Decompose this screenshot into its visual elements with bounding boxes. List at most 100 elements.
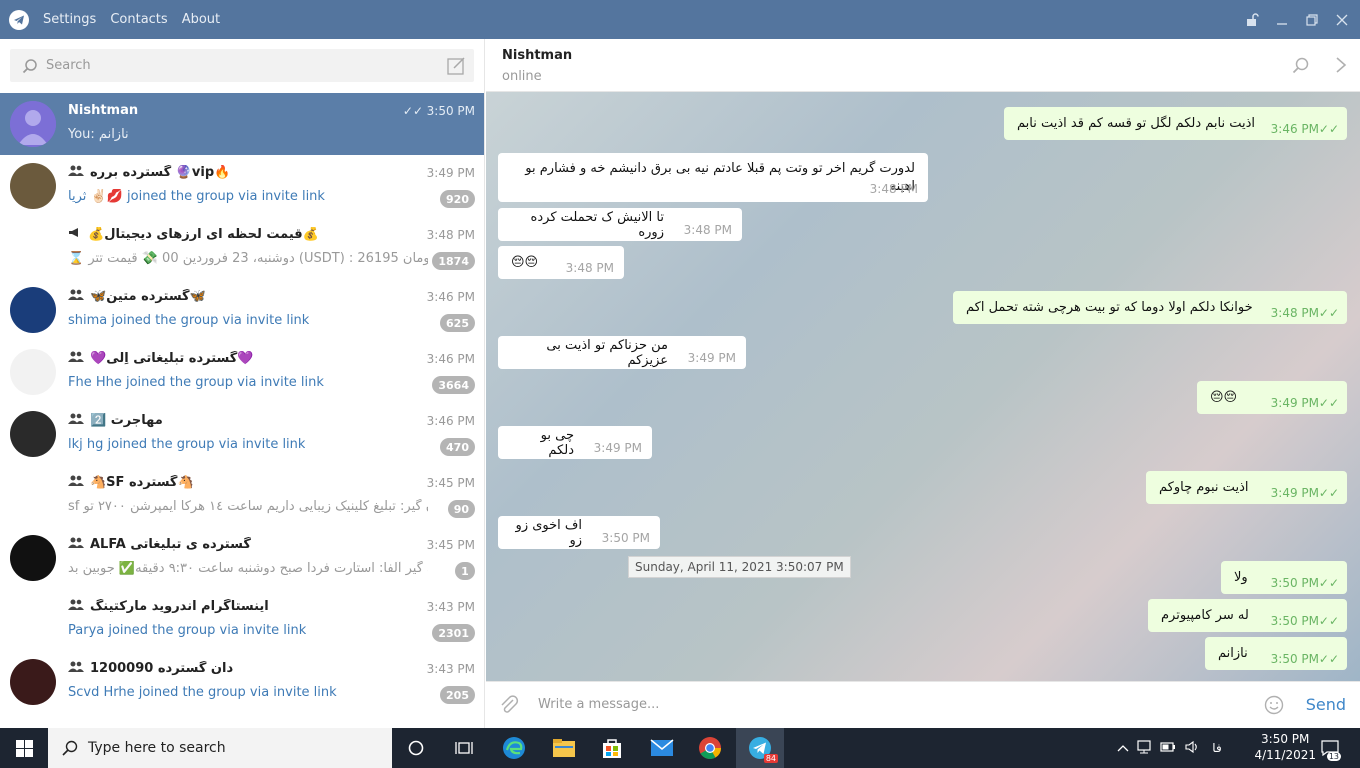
task-view-icon[interactable]	[440, 728, 488, 768]
group-icon	[68, 661, 84, 675]
outgoing-message[interactable]: 😔😔 3:49 PM ✓✓	[1197, 381, 1347, 414]
outgoing-message[interactable]: خوانکا دلکم اولا دوما که تو بیت هرچی شته…	[953, 291, 1347, 324]
message-area[interactable]: Sunday, April 11, 2021 3:50:07 PM اذیت ن…	[486, 92, 1360, 681]
chat-list-item[interactable]: ALFA گسترده ی تبلیغاتی 3:45 PM دان گیر آلف…	[0, 527, 484, 589]
chat-list-item[interactable]: 💜گسترده تبلیغاتی اِلی💜 3:46 PM Fhe Hhe joi…	[0, 341, 484, 403]
chat-name: اینستاگرام اندروید مارکتینگ	[68, 599, 269, 614]
taskbar-clock[interactable]: 3:50 PM 4/11/2021	[1254, 731, 1316, 763]
incoming-message[interactable]: تا الانیش ک تحملت کرده زوره 3:48 PM	[498, 208, 742, 241]
chat-last-message: sf دان گیر: تبلیغ کلینیک زیبایی داریم سا…	[68, 499, 428, 514]
chevron-up-icon[interactable]	[1114, 741, 1132, 755]
chat-panel: Nishtman online Sunday, April 11, 2021 3…	[486, 39, 1360, 728]
menu-about[interactable]: About	[182, 12, 220, 27]
unread-badge: 2301	[432, 624, 475, 642]
edge-icon[interactable]	[490, 728, 538, 768]
chat-list-item[interactable]: Nishtman ✓✓ 3:50 PM You: نازانم	[0, 93, 484, 155]
chat-last-message: Fhe Hhe joined the group via invite link	[68, 375, 324, 390]
chat-title[interactable]: Nishtman	[502, 48, 572, 63]
volume-icon[interactable]	[1180, 740, 1204, 757]
search-input[interactable]: Search	[10, 49, 474, 82]
chat-name-text: Nishtman	[68, 103, 139, 118]
taskbar-search-input[interactable]: Type here to search	[48, 728, 392, 768]
taskbar-search-placeholder: Type here to search	[88, 740, 226, 756]
incoming-message[interactable]: من حزناکم تو اذیت بی عزیزکم 3:49 PM	[498, 336, 746, 369]
chat-time: 3:45 PM	[426, 538, 475, 552]
attach-icon[interactable]	[498, 694, 520, 716]
outgoing-message[interactable]: نازانم 3:50 PM ✓✓	[1205, 637, 1347, 670]
telegram-taskbar-icon[interactable]: 84	[736, 728, 784, 768]
chat-name-text: 💜گسترده تبلیغاتی اِلی💜	[90, 351, 254, 366]
notifications-icon[interactable]: 13	[1310, 728, 1350, 768]
file-explorer-icon[interactable]	[540, 728, 588, 768]
message-time: 3:50 PM	[1270, 614, 1319, 628]
outgoing-message[interactable]: اذیت نبوم چاوکم 3:49 PM ✓✓	[1146, 471, 1347, 504]
incoming-message[interactable]: چی بو دلکم 3:49 PM	[498, 426, 652, 459]
unread-badge: 205	[440, 686, 475, 704]
restore-icon[interactable]	[1297, 0, 1327, 39]
chat-time: 3:48 PM	[426, 228, 475, 242]
chat-time: 3:46 PM	[426, 290, 475, 304]
emoji-icon[interactable]	[1264, 695, 1284, 715]
lock-icon[interactable]	[1237, 0, 1267, 39]
message-time: 3:46 PM	[1270, 122, 1319, 136]
chat-last-message: ثریا ✌🏻💋 joined the group via invite lin…	[68, 189, 325, 204]
chat-list-item[interactable]: 🦋گسترده متین🦋 3:46 PM shima joined the gro…	[0, 279, 484, 341]
chat-time: 3:46 PM	[426, 414, 475, 428]
chat-list-item[interactable]: 🐴SF گسترده🐴 3:45 PM sf دان گیر: تبلیغ کلین…	[0, 465, 484, 527]
chat-search-icon[interactable]	[1292, 56, 1310, 74]
menu-contacts[interactable]: Contacts	[110, 12, 167, 27]
cortana-icon[interactable]	[392, 728, 440, 768]
chat-last-message: You: نازانم	[68, 127, 129, 142]
compose-icon[interactable]	[447, 56, 466, 75]
chrome-icon[interactable]	[686, 728, 734, 768]
message-time: 3:49 PM	[593, 441, 642, 455]
incoming-message[interactable]: 😔😔 3:48 PM	[498, 246, 624, 279]
network-icon[interactable]	[1132, 739, 1156, 757]
power-icon[interactable]	[1156, 740, 1180, 757]
search-icon	[62, 740, 78, 756]
clock-date: 4/11/2021	[1254, 748, 1316, 762]
send-button[interactable]: Send	[1306, 695, 1346, 714]
incoming-message[interactable]: اف اخوی زو زو 3:50 PM	[498, 516, 660, 549]
avatar	[10, 163, 56, 209]
search-bar: Search	[0, 39, 484, 93]
unread-badge: 1874	[432, 252, 475, 270]
message-text: لدورت گریم اخر تو وتت پم قبلا عادتم نیه …	[525, 161, 915, 194]
chat-list-item[interactable]: دان گسترده 1200090 3:43 PM Scvd Hrhe joine…	[0, 651, 484, 713]
read-ticks-icon: ✓✓	[1318, 306, 1339, 320]
store-icon[interactable]	[588, 728, 636, 768]
minimize-icon[interactable]	[1267, 0, 1297, 39]
incoming-message[interactable]: لدورت گریم اخر تو وتت پم قبلا عادتم نیه …	[498, 153, 928, 202]
menu-settings[interactable]: Settings	[43, 12, 96, 27]
chevron-right-icon[interactable]	[1334, 55, 1348, 75]
input-language-indicator[interactable]: فا	[1204, 741, 1230, 755]
chat-name-text: ALFA گسترده ی تبلیغاتی	[90, 537, 251, 552]
avatar	[10, 225, 56, 271]
read-ticks-icon: ✓✓	[1318, 122, 1339, 136]
outgoing-message[interactable]: اذیت نابم دلکم لگل تو قسه کم قد اذیت ناب…	[1004, 107, 1347, 140]
message-time: 3:49 PM	[1270, 396, 1319, 410]
chat-name-text: گسترده برره 🔮vip🔥	[90, 165, 231, 180]
chat-name: ALFA گسترده ی تبلیغاتی	[68, 537, 251, 552]
avatar	[10, 411, 56, 457]
chat-list-item[interactable]: 💰قیمت لحظه ای ارزهای دیجیتال💰 3:48 PM ⌛ دو…	[0, 217, 484, 279]
group-icon	[68, 289, 84, 303]
avatar	[10, 101, 56, 147]
message-input[interactable]: Write a message...	[538, 697, 659, 712]
window-controls	[1237, 0, 1357, 39]
group-icon	[68, 537, 84, 551]
chat-list-item[interactable]: گسترده برره 🔮vip🔥 3:49 PM ثریا ✌🏻💋 joined …	[0, 155, 484, 217]
close-icon[interactable]	[1327, 0, 1357, 39]
chat-name-text: دان گسترده 1200090	[90, 661, 234, 676]
avatar	[10, 535, 56, 581]
chat-last-message: lkj hg joined the group via invite link	[68, 437, 306, 452]
outgoing-message[interactable]: ولا 3:50 PM ✓✓	[1221, 561, 1347, 594]
chat-list-item[interactable]: مهاجرت 2️⃣ 3:46 PM lkj hg joined the group…	[0, 403, 484, 465]
windows-start-icon[interactable]	[0, 728, 48, 768]
chat-list-item[interactable]: اینستاگرام اندروید مارکتینگ 3:43 PM Parya …	[0, 589, 484, 651]
read-ticks-icon: ✓✓	[1318, 396, 1339, 410]
outgoing-message[interactable]: له سر کامپیوترم 3:50 PM ✓✓	[1148, 599, 1347, 632]
group-icon	[68, 475, 84, 489]
mail-icon[interactable]	[638, 728, 686, 768]
message-time: 3:50 PM	[1270, 576, 1319, 590]
